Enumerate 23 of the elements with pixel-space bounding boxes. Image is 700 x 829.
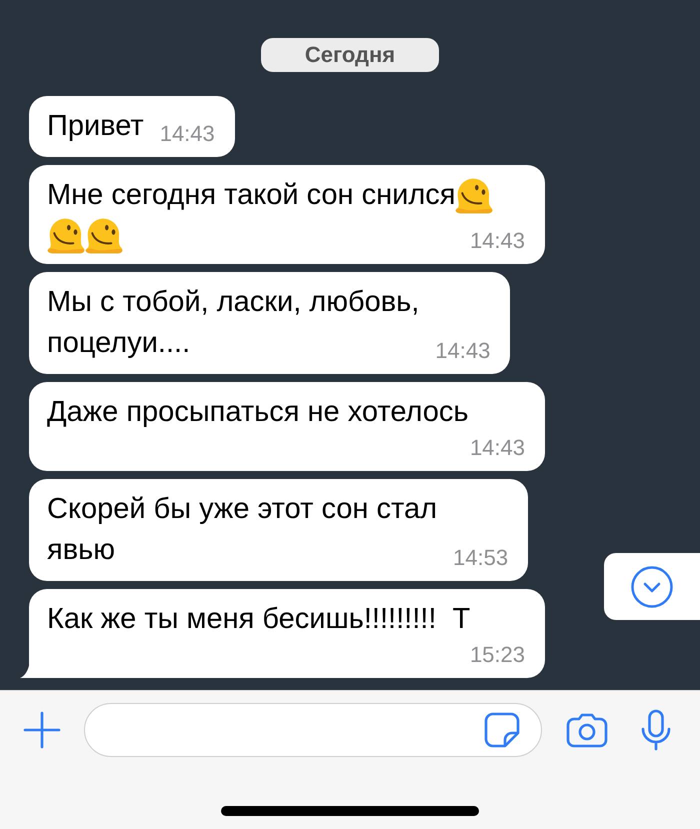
message-time: 14:53 bbox=[453, 545, 508, 571]
message-text: Мы с тобой, ласки, любовь, поцелуи.... bbox=[47, 285, 420, 361]
message-time: 14:43 bbox=[160, 121, 215, 147]
scroll-down-button[interactable] bbox=[604, 553, 700, 620]
message-time: 14:43 bbox=[470, 435, 525, 461]
chevron-down-circle-icon bbox=[631, 566, 673, 608]
microphone-icon[interactable] bbox=[640, 709, 672, 751]
message-text: Как же ты меня бесишь!!!!!!!!! Т bbox=[47, 602, 470, 637]
message-text: Скорей бы уже этот сон стал явью bbox=[47, 492, 437, 568]
message-text: Даже просыпаться не хотелось bbox=[47, 395, 468, 430]
message-time: 15:23 bbox=[470, 642, 525, 668]
melting-face-icon bbox=[455, 178, 494, 214]
message-time: 14:43 bbox=[435, 338, 490, 364]
message-time: 14:43 bbox=[470, 228, 525, 254]
melting-face-icon bbox=[47, 218, 85, 254]
sticker-icon[interactable] bbox=[484, 712, 520, 748]
date-chip: Сегодня bbox=[261, 38, 439, 72]
camera-icon[interactable] bbox=[566, 712, 608, 748]
message-text: Привет bbox=[47, 109, 144, 144]
plus-icon[interactable] bbox=[23, 711, 61, 749]
message-input[interactable] bbox=[84, 703, 542, 757]
melting-face-icon bbox=[85, 218, 123, 254]
message-text: Мне сегодня такой сон снился bbox=[47, 178, 456, 213]
